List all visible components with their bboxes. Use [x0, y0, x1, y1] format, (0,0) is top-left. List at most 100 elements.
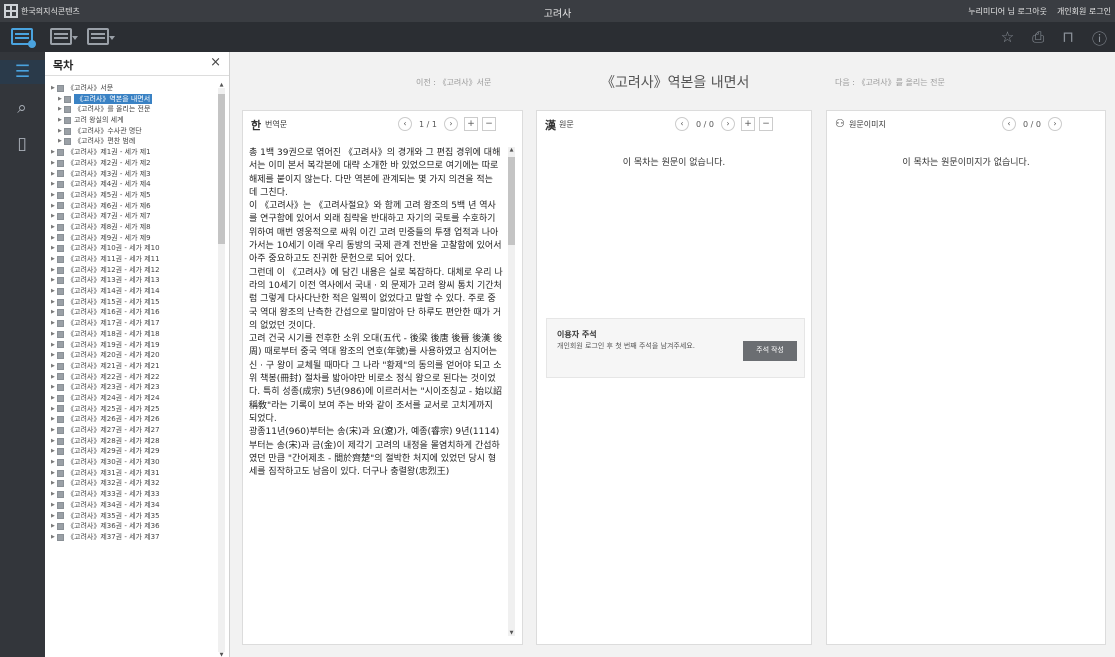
- toc-item-label: 《고려사》제2권 - 세가 제2: [67, 158, 151, 167]
- toc-item-label: 《고려사》제29권 - 세가 제29: [67, 447, 160, 456]
- write-note-button[interactable]: 주석 작성: [743, 341, 797, 361]
- next-page-icon[interactable]: ›: [1047, 117, 1062, 131]
- logout-link[interactable]: 누리미디어 님 로그아웃: [968, 6, 1047, 17]
- toc-item[interactable]: ▶ 《고려사》수사관 명단: [51, 126, 217, 137]
- close-icon[interactable]: ×: [210, 55, 221, 70]
- prev-page-icon[interactable]: ‹: [1002, 117, 1016, 131]
- toc-item-label: 《고려사》제28권 - 세가 제28: [67, 436, 160, 445]
- view-mode-1-icon[interactable]: [11, 28, 36, 48]
- book-icon: [57, 181, 64, 189]
- toc-item-label: 고려 왕실의 세계: [74, 116, 124, 125]
- zoom-out-button[interactable]: −: [758, 117, 773, 131]
- book-icon: [57, 298, 64, 306]
- toc-item[interactable]: ▶ 《고려사》제12권 - 세가 제12: [51, 265, 217, 276]
- toc-item[interactable]: ▶ 《고려사》제29권 - 세가 제29: [51, 446, 217, 457]
- image-panel-title: 원문이미지: [849, 120, 886, 129]
- toc-item[interactable]: ▶ 《고려사》제5권 - 세가 제5: [51, 190, 217, 201]
- prev-page-icon[interactable]: ‹: [398, 117, 412, 131]
- toc-header: 목차 ×: [45, 52, 229, 76]
- toc-item[interactable]: ▶ 《고려사》제17권 - 세가 제17: [51, 318, 217, 329]
- toc-item[interactable]: ▶ 《고려사》제30권 - 세가 제30: [51, 457, 217, 468]
- translation-title: 번역문: [265, 120, 288, 129]
- toc-scrollbar[interactable]: ▲ ▼: [218, 82, 225, 657]
- toc-item-label: 《고려사》제10권 - 세가 제10: [67, 244, 160, 253]
- toc-item[interactable]: ▶ 《고려사》제4권 - 세가 제4: [51, 179, 217, 190]
- star-icon[interactable]: ☆: [1001, 28, 1014, 49]
- toc-item[interactable]: ▶ 고려 왕실의 세계: [51, 115, 217, 126]
- bookmark-icon[interactable]: ⊓: [1062, 28, 1074, 49]
- scroll-thumb[interactable]: [508, 157, 515, 245]
- toc-item[interactable]: ▶ 《고려사》제21권 - 세가 제21: [51, 361, 217, 372]
- toc-item[interactable]: ▶ 《고려사》제26권 - 세가 제26: [51, 414, 217, 425]
- book-icon: [57, 84, 64, 92]
- toc-item[interactable]: ▶ 《고려사》제20권 - 세가 제20: [51, 350, 217, 361]
- toc-item[interactable]: ▶ 《고려사》제27권 - 세가 제27: [51, 425, 217, 436]
- toc-item[interactable]: ▶ 《고려사》제13권 - 세가 제13: [51, 275, 217, 286]
- toc-item[interactable]: ▶ 《고려사》제32권 - 세가 제32: [51, 478, 217, 489]
- original-panel: 漢 원문 ‹ 0 / 0 › + − 이 목차는 원문이 없습니다. 이용자 주…: [536, 110, 812, 645]
- info-icon[interactable]: ⓘ: [1092, 28, 1107, 49]
- toc-item[interactable]: ▶ 《고려사》제37권 - 세가 제37: [51, 532, 217, 543]
- toc-item[interactable]: ▶ 《고려사》제35권 - 세가 제35: [51, 511, 217, 522]
- toc-item[interactable]: ▶ 《고려사》제19권 - 세가 제19: [51, 340, 217, 351]
- bookmark-icon[interactable]: ▯: [10, 132, 34, 156]
- toc-item[interactable]: ▶ 《고려사》제16권 - 세가 제16: [51, 307, 217, 318]
- zoom-out-button[interactable]: −: [481, 117, 496, 131]
- toc-item[interactable]: ▶ 《고려사》제25권 - 세가 제25: [51, 404, 217, 415]
- toc-item[interactable]: ▶ 《고려사》제7권 - 세가 제7: [51, 211, 217, 222]
- zoom-in-button[interactable]: +: [463, 117, 478, 131]
- toc-item[interactable]: ▶ 《고려사》제18권 - 세가 제18: [51, 329, 217, 340]
- toc-item-label: 《고려사》제34권 - 세가 제34: [67, 500, 160, 509]
- book-icon: [57, 469, 64, 477]
- book-icon: [57, 501, 64, 509]
- toc-item[interactable]: ▶ 《고려사》제36권 - 세가 제36: [51, 521, 217, 532]
- member-login-link[interactable]: 개인회원 로그인: [1057, 6, 1111, 17]
- toc-item[interactable]: ▶ 《고려사》제23권 - 세가 제23: [51, 382, 217, 393]
- toc-item[interactable]: ▶ 《고려사》제8권 - 세가 제8: [51, 222, 217, 233]
- toc-item-label: 《고려사》제3권 - 세가 제3: [67, 169, 151, 178]
- toc-item[interactable]: ▶ 《고려사》제33권 - 세가 제33: [51, 489, 217, 500]
- next-chapter-link[interactable]: 다음 : 《고려사》를 올리는 전문: [835, 77, 945, 88]
- toc-item[interactable]: ▶ 《고려사》역본을 내면서: [51, 93, 217, 105]
- next-page-icon[interactable]: ›: [443, 117, 458, 131]
- scroll-up-icon[interactable]: ▲: [508, 147, 515, 153]
- toc-item[interactable]: ▶ 《고려사》를 올리는 전문: [51, 104, 217, 115]
- view-mode-2-icon[interactable]: [50, 28, 78, 45]
- toc-item[interactable]: ▶ 《고려사》제2권 - 세가 제2: [51, 158, 217, 169]
- toc-item[interactable]: ▶ 《고려사》제28권 - 세가 제28: [51, 436, 217, 447]
- translation-scrollbar[interactable]: ▲ ▼: [508, 147, 515, 636]
- toc-item[interactable]: ▶ 《고려사》제34권 - 세가 제34: [51, 500, 217, 511]
- toc-item[interactable]: ▶ 《고려사》제15권 - 세가 제15: [51, 297, 217, 308]
- prev-chapter-link[interactable]: 이전 : 《고려사》서문: [416, 77, 491, 88]
- search-icon[interactable]: ⌕: [10, 96, 34, 120]
- scroll-thumb[interactable]: [218, 94, 225, 244]
- toc-item[interactable]: ▶ 《고려사》제9권 - 세가 제9: [51, 233, 217, 244]
- toc-item[interactable]: ▶ 《고려사》서문: [51, 83, 217, 94]
- book-icon: [57, 170, 64, 178]
- original-header: 漢 원문 ‹ 0 / 0 › + −: [537, 111, 811, 137]
- book-icon: [57, 309, 64, 317]
- toc-item[interactable]: ▶ 《고려사》제1권 - 세가 제1: [51, 147, 217, 158]
- scroll-up-icon[interactable]: ▲: [218, 82, 225, 88]
- view-mode-3-icon[interactable]: [87, 28, 115, 45]
- window-title: 고려사: [543, 9, 572, 20]
- zoom-in-button[interactable]: +: [740, 117, 755, 131]
- toc-list-icon[interactable]: ☰: [0, 60, 45, 84]
- scroll-down-icon[interactable]: ▼: [218, 652, 225, 657]
- prev-page-icon[interactable]: ‹: [675, 117, 689, 131]
- toc-item[interactable]: ▶ 《고려사》제24권 - 세가 제24: [51, 393, 217, 404]
- toc-item[interactable]: ▶ 《고려사》제3권 - 세가 제3: [51, 169, 217, 180]
- next-page-icon[interactable]: ›: [720, 117, 735, 131]
- book-icon: [57, 287, 64, 295]
- page-indicator: 1 / 1: [419, 119, 437, 129]
- toc-item[interactable]: ▶ 《고려사》편찬 범례: [51, 136, 217, 147]
- toc-item[interactable]: ▶ 《고려사》제10권 - 세가 제10: [51, 243, 217, 254]
- toc-item[interactable]: ▶ 《고려사》제22권 - 세가 제22: [51, 372, 217, 383]
- toc-item[interactable]: ▶ 《고려사》제14권 - 세가 제14: [51, 286, 217, 297]
- scroll-down-icon[interactable]: ▼: [508, 630, 515, 636]
- toc-item-label: 《고려사》제7권 - 세가 제7: [67, 212, 151, 221]
- toc-item[interactable]: ▶ 《고려사》제6권 - 세가 제6: [51, 201, 217, 212]
- toc-item[interactable]: ▶ 《고려사》제31권 - 세가 제31: [51, 468, 217, 479]
- toc-item[interactable]: ▶ 《고려사》제11권 - 세가 제11: [51, 254, 217, 265]
- print-icon[interactable]: ⎙: [1032, 28, 1044, 49]
